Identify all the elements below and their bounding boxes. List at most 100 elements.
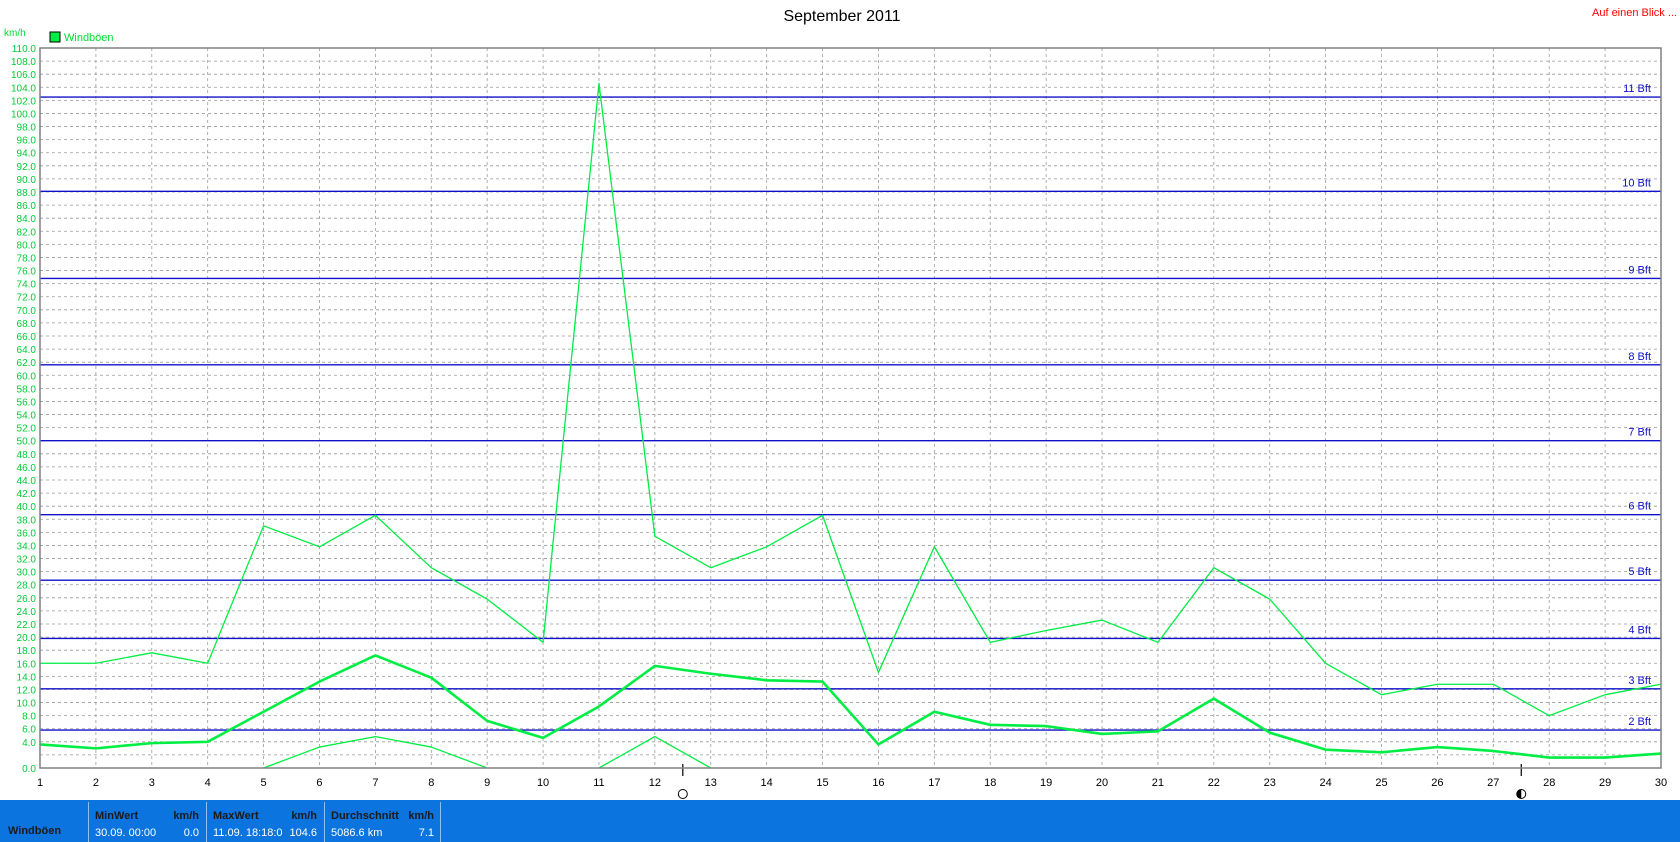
x-tick-label: 28 [1543, 777, 1555, 789]
stat-min: MinWert km/h 30.09. 00:00 0.0 [88, 802, 205, 842]
chart: September 2011 Auf einen Blick ... km/h … [4, 7, 1677, 799]
y-tick-label: 40.0 [17, 502, 37, 513]
stat-max-value: 104.6 [289, 827, 317, 839]
y-tick-label: 12.0 [17, 685, 37, 696]
stat-average-value: 7.1 [418, 827, 434, 839]
beaufort-label: 8 Bft [1628, 351, 1651, 363]
stat-max-date: 11.09. 18:18:0 [213, 827, 283, 839]
x-tick-label: 2 [93, 777, 99, 789]
y-tick-label: 88.0 [17, 188, 37, 199]
stat-max-head: MaxWert [213, 810, 259, 822]
y-tick-label: 108.0 [11, 57, 36, 68]
y-tick-label: 16.0 [17, 659, 37, 670]
x-tick-label: 13 [705, 777, 717, 789]
y-tick-label: 32.0 [17, 555, 37, 566]
y-tick-label: 8.0 [22, 712, 36, 723]
beaufort-label: 6 Bft [1628, 501, 1651, 513]
y-tick-label: 90.0 [17, 175, 37, 186]
stat-min-head: MinWert [95, 810, 139, 822]
beaufort-label: 3 Bft [1628, 675, 1651, 687]
chart-title: September 2011 [783, 8, 900, 25]
stat-min-date: 30.09. 00:00 [95, 827, 157, 839]
y-tick-label: 38.0 [17, 515, 37, 526]
y-tick-label: 24.0 [17, 607, 37, 618]
stat-average-head: Durchschnitt [331, 810, 399, 822]
y-tick-label: 82.0 [17, 227, 37, 238]
y-tick-label: 74.0 [17, 280, 37, 291]
y-tick-label: 104.0 [11, 83, 36, 94]
y-tick-label: 10.0 [17, 699, 37, 710]
y-tick-label: 78.0 [17, 253, 37, 264]
y-tick-label: 76.0 [17, 267, 37, 278]
y-tick-label: 36.0 [17, 528, 37, 539]
stat-average: Durchschnitt km/h 5086.6 km 7.1 [324, 802, 441, 842]
y-tick-label: 56.0 [17, 397, 37, 408]
plot-frame [39, 47, 1662, 769]
x-tick-label: 8 [428, 777, 434, 789]
x-tick-label: 23 [1264, 777, 1276, 789]
x-tick-label: 22 [1208, 777, 1220, 789]
x-tick-label: 1 [37, 777, 43, 789]
y-tick-label: 48.0 [17, 450, 37, 461]
legend-label: Windböen [64, 32, 114, 44]
y-tick-label: 96.0 [17, 136, 37, 147]
y-tick-label: 30.0 [17, 568, 37, 579]
stats-row-label: Windböen [8, 825, 62, 837]
legend-swatch [49, 31, 61, 43]
y-tick-label: 64.0 [17, 345, 37, 356]
y-tick-label: 94.0 [17, 149, 37, 160]
y-tick-label: 6.0 [22, 725, 36, 736]
x-tick-label: 29 [1599, 777, 1611, 789]
y-axis-unit: km/h [4, 28, 26, 39]
x-tick-label: 6 [316, 777, 322, 789]
x-tick-label: 4 [205, 777, 211, 789]
stat-average-distance: 5086.6 km [331, 827, 383, 839]
y-tick-label: 80.0 [17, 240, 37, 251]
y-tick-label: 106.0 [11, 70, 36, 81]
half-moon-icon [1516, 789, 1527, 799]
x-tick-label: 11 [593, 777, 604, 789]
y-tick-label: 86.0 [17, 201, 37, 212]
y-tick-label: 54.0 [17, 411, 37, 422]
x-tick-label: 16 [872, 777, 884, 789]
stat-max: MaxWert km/h 11.09. 18:18:0 104.6 [206, 802, 323, 842]
stat-average-unit: km/h [408, 810, 434, 822]
y-tick-label: 20.0 [17, 633, 37, 644]
series-line-max [40, 82, 1662, 717]
stat-min-value: 0.0 [183, 827, 199, 839]
series-lines [39, 82, 1662, 769]
y-tick-label: 84.0 [17, 214, 37, 225]
x-tick-label: 7 [372, 777, 378, 789]
auf-einen-blick-link[interactable]: Auf einen Blick ... [1592, 7, 1677, 19]
x-tick-label: 10 [537, 777, 549, 789]
y-tick-label: 92.0 [17, 162, 37, 173]
full-moon-icon [677, 789, 688, 799]
x-tick-label: 17 [928, 777, 940, 789]
x-tick-label: 12 [649, 777, 661, 789]
x-tick-label: 27 [1487, 777, 1499, 789]
x-tick-label: 24 [1319, 777, 1331, 789]
beaufort-label: 11 Bft [1623, 83, 1651, 95]
y-tick-label: 52.0 [17, 424, 37, 435]
y-tick-label: 72.0 [17, 293, 37, 304]
y-tick-label: 22.0 [17, 620, 37, 631]
x-tick-label: 20 [1096, 777, 1108, 789]
y-axis: 0.0 4.0 6.0 8.0 10.0 12.0 14.0 16.0 18.0 20.0 22.0… [11, 44, 36, 775]
y-tick-label: 18.0 [17, 646, 37, 657]
beaufort-label: 5 Bft [1628, 566, 1651, 578]
x-tick-label: 14 [761, 777, 773, 789]
beaufort-label: 10 Bft [1622, 177, 1651, 189]
x-tick-label: 25 [1375, 777, 1387, 789]
beaufort-lines: 2 Bft 3 Bft 4 Bft 5 Bft 6 Bft 7 Bft 8 Bft 9 Bft… [40, 83, 1661, 731]
grid [40, 48, 1661, 768]
y-tick-label: 44.0 [17, 476, 37, 487]
x-tick-label: 21 [1152, 777, 1164, 789]
x-tick-label: 5 [261, 777, 267, 789]
y-tick-label: 34.0 [17, 541, 37, 552]
x-tick-label: 18 [984, 777, 996, 789]
y-tick-label: 60.0 [17, 371, 37, 382]
beaufort-label: 7 Bft [1628, 427, 1651, 439]
stats-bar: Windböen MinWert km/h 30.09. 00:00 0.0 M… [0, 800, 1680, 842]
y-tick-label: 70.0 [17, 306, 37, 317]
y-tick-label: 4.0 [22, 738, 36, 749]
